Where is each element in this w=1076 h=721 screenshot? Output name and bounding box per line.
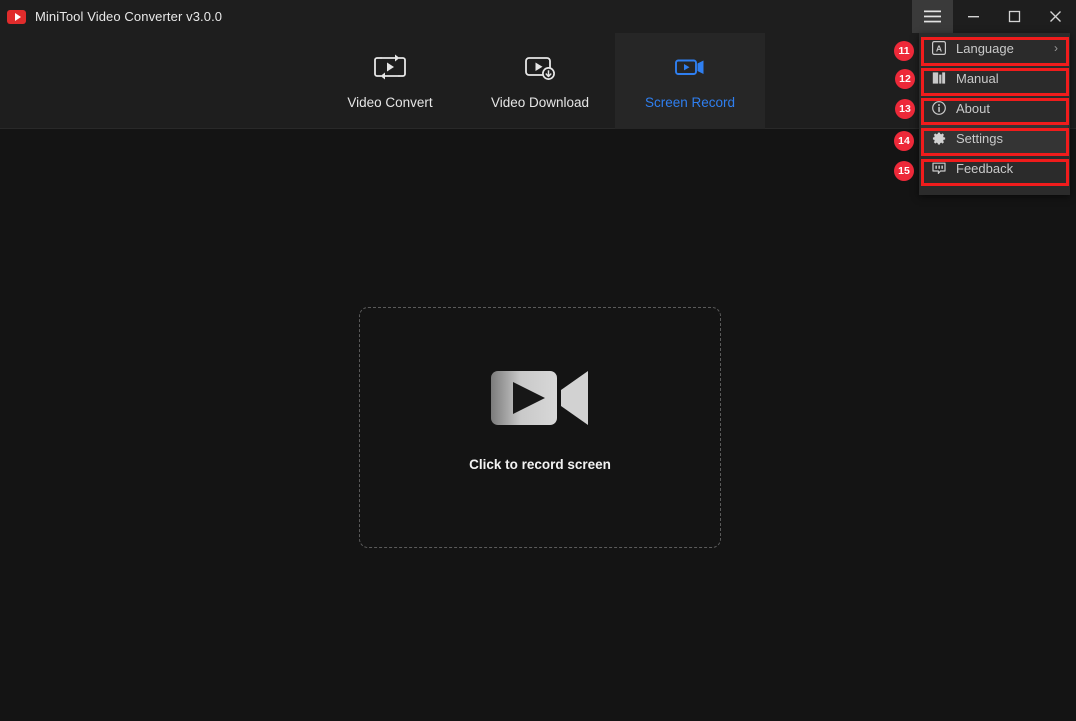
hamburger-menu-button[interactable] [912,0,953,33]
menu-item-about[interactable]: About [921,93,1068,123]
menu-item-label: Manual [956,70,999,86]
tab-video-convert[interactable]: Video Convert [315,33,465,129]
minitool-play-logo-icon [7,9,26,24]
manual-book-icon [931,70,947,86]
app-window: MiniTool Video Converter v3.0.0 Video Co… [0,0,1076,721]
app-title: MiniTool Video Converter v3.0.0 [35,9,223,24]
menu-item-label: About [956,100,990,116]
main-content: Click to record screen [0,129,1076,721]
gear-icon [931,130,947,146]
menu-item-language[interactable]: A Language › [921,33,1068,63]
record-screen-dropzone[interactable]: Click to record screen [359,307,721,548]
tab-screen-record[interactable]: Screen Record [615,33,765,129]
minimize-button[interactable] [953,0,994,33]
annotation-badge-12: 12 [895,69,915,89]
main-menu-dropdown: A Language › Manual About Settings Feedb… [919,33,1070,195]
dropzone-label: Click to record screen [469,456,611,472]
menu-item-manual[interactable]: Manual [921,63,1068,93]
menu-item-label: Feedback [956,160,1014,176]
annotation-badge-11: 11 [894,41,914,61]
feedback-chat-icon [931,160,947,176]
maximize-button[interactable] [994,0,1035,33]
annotation-badge-14: 14 [894,131,914,151]
video-download-icon [523,52,557,82]
info-circle-icon [931,100,947,116]
camcorder-icon [491,368,589,433]
tab-label: Video Download [490,95,590,110]
menu-item-settings[interactable]: Settings [921,123,1068,153]
tab-label: Screen Record [644,95,736,110]
annotation-badge-15: 15 [894,161,914,181]
title-bar: MiniTool Video Converter v3.0.0 [0,0,1076,33]
tab-video-download[interactable]: Video Download [465,33,615,129]
video-convert-icon [373,52,407,82]
screen-record-icon [673,52,707,82]
tab-label: Video Convert [347,95,433,110]
svg-text:A: A [936,43,942,53]
language-icon: A [931,40,947,56]
menu-item-label: Settings [956,130,1003,146]
chevron-right-icon: › [1054,41,1058,55]
menu-item-feedback[interactable]: Feedback [921,153,1068,183]
menu-item-label: Language [956,40,1014,56]
annotation-badge-13: 13 [895,99,915,119]
close-button[interactable] [1035,0,1076,33]
window-controls [912,0,1076,33]
